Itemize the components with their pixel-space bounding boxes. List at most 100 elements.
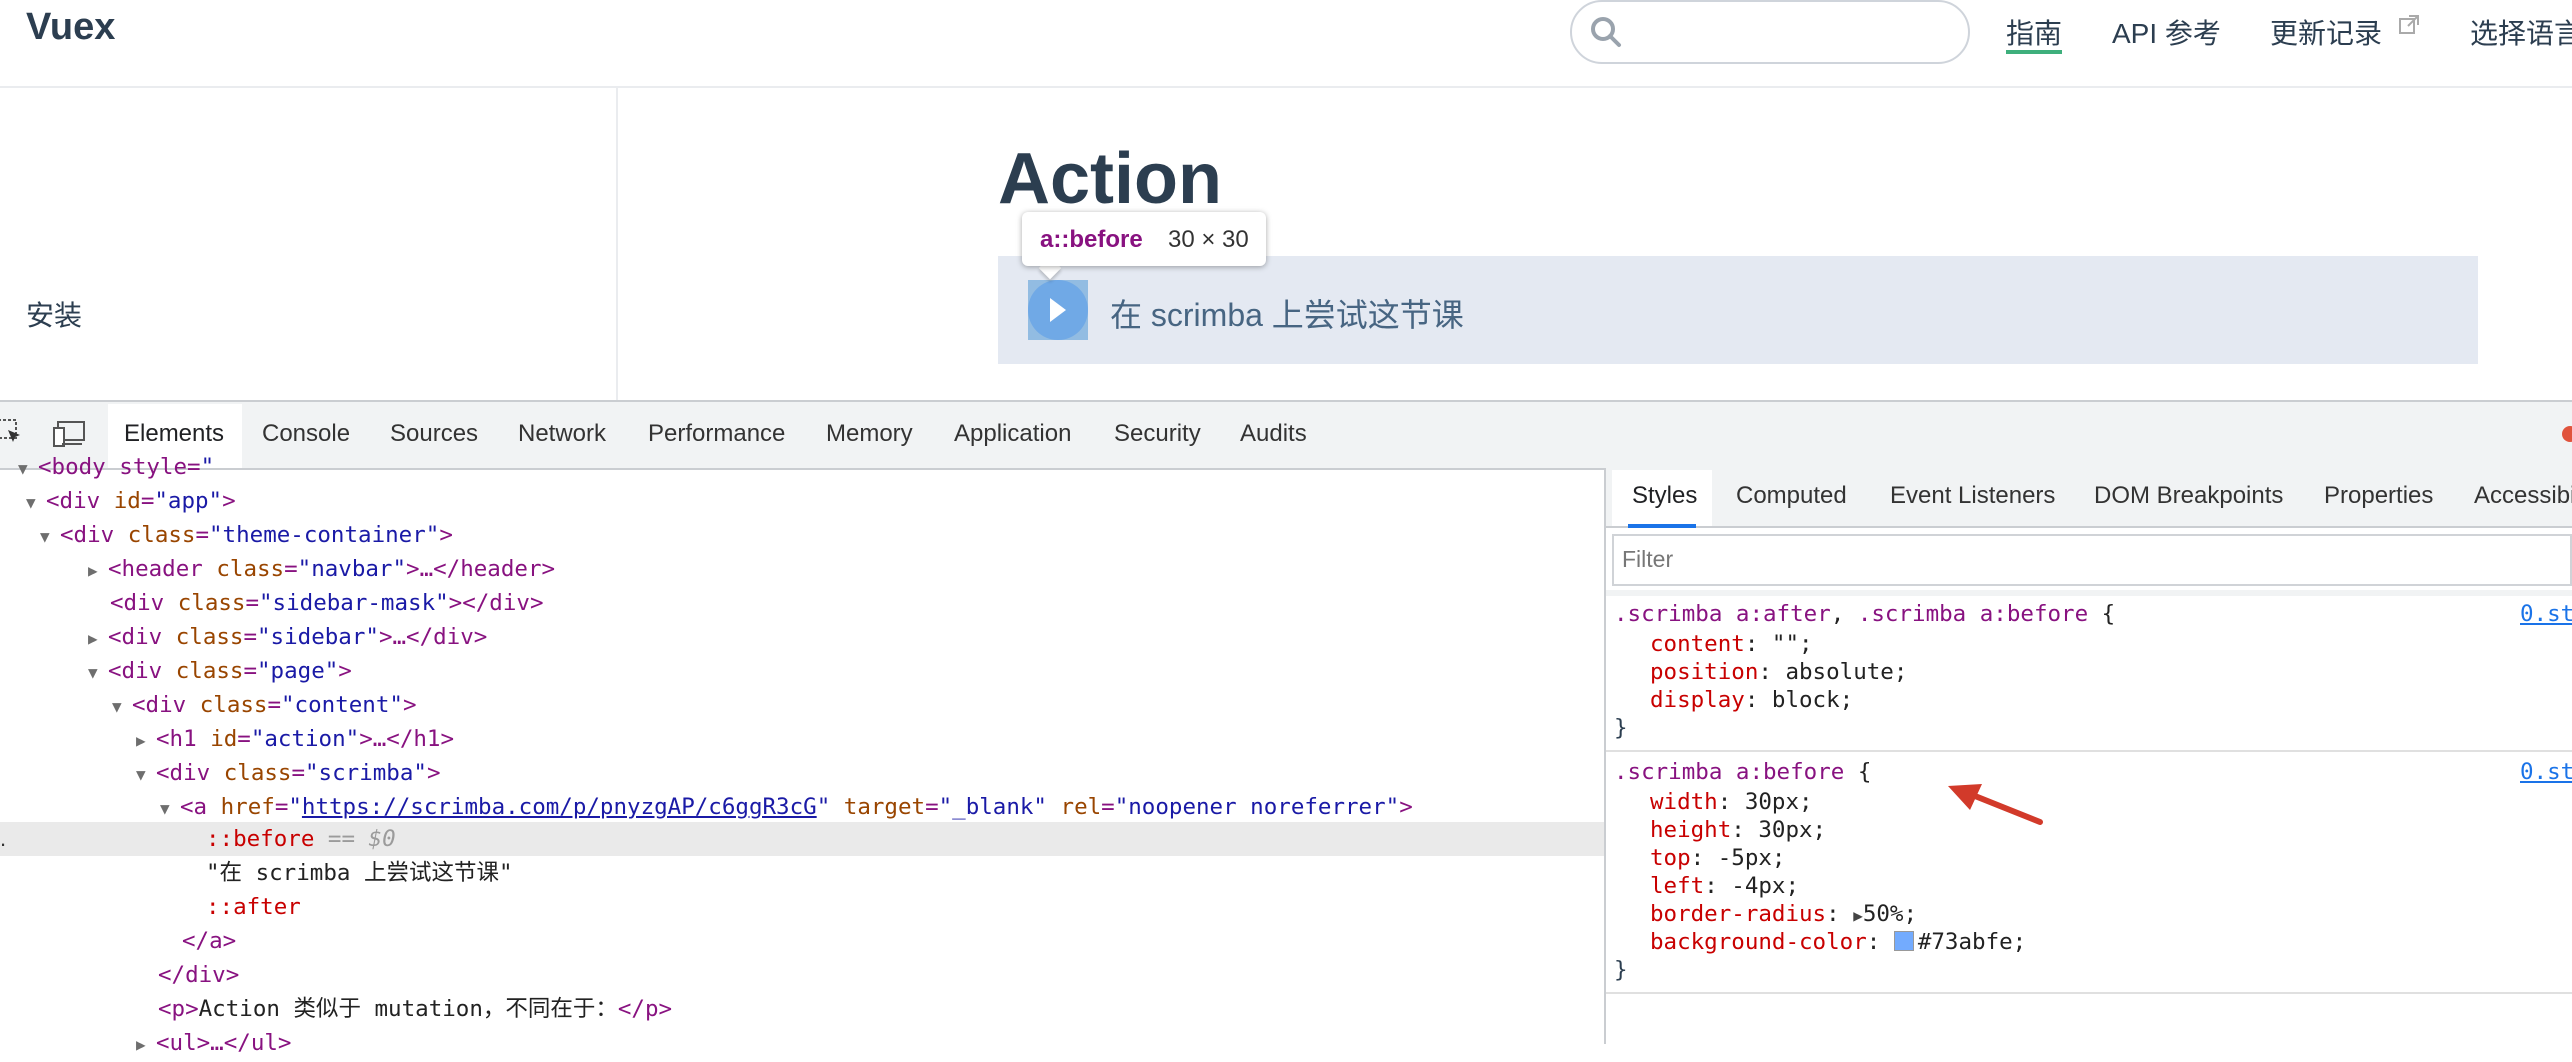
device-toolbar-icon[interactable] [52,420,88,448]
dom-node-page[interactable]: ▼ <div class="page"> [88,654,352,688]
nav-link-guide[interactable]: 指南 [2006,12,2062,52]
dom-node-body[interactable]: ▼ <body style=" [18,450,214,484]
site-logo[interactable]: Vuex [26,6,115,49]
open-brace: { [2088,601,2116,627]
css-declaration[interactable]: background-color: #73abfe; [1650,928,2026,956]
attr-value: "_blank" [938,794,1047,820]
close-brace: } [1614,715,1628,741]
dom-node-theme-container[interactable]: ▼ <div class="theme-container"> [40,518,453,552]
css-declaration[interactable]: content: ""; [1650,630,1813,658]
css-rule-selector[interactable]: .scrimba a:before { [1614,758,1871,786]
css-declaration[interactable]: top: -5px; [1650,844,1785,872]
dom-node-h1[interactable]: ▶ <h1 id="action">…</h1> [136,722,454,756]
rule-separator [1606,992,2572,994]
color-swatch[interactable] [1893,931,1914,951]
subtab-accessibility[interactable]: Accessibility [2474,482,2572,510]
subtab-dom-breakpoints[interactable]: DOM Breakpoints [2094,482,2283,510]
language-dropdown[interactable]: 选择语言 [2470,12,2572,52]
css-value[interactable]: absolute; [1785,659,1907,685]
css-declaration[interactable]: position: absolute; [1650,658,1907,686]
dom-node-ul[interactable]: ▶ <ul>…</ul> [136,1026,291,1060]
css-declaration[interactable]: width: 30px; [1650,788,1813,816]
dom-node-content[interactable]: ▼ <div class="content"> [112,688,416,722]
expand-triangle-icon[interactable]: ▼ [40,520,60,554]
subtab-computed[interactable]: Computed [1736,482,1847,510]
expand-triangle-icon[interactable]: ▼ [26,486,46,520]
attr-eq: = [243,624,258,650]
dom-node-scrimba[interactable]: ▼ <div class="scrimba"> [136,756,440,790]
styles-filter-input[interactable] [1612,534,2572,586]
css-value[interactable]: #73abfe; [1918,929,2026,955]
tab-memory[interactable]: Memory [826,420,913,448]
tag-close: >…</h1> [359,726,455,752]
css-source-link[interactable]: 0.styles [2520,600,2572,628]
css-value[interactable]: 50%; [1863,901,1917,927]
tab-application[interactable]: Application [954,420,1071,448]
dom-node-a-close[interactable]: </a> [182,924,236,958]
attr-eq: = [140,488,155,514]
href-link[interactable]: https://scrimba.com/p/pnyzgAP/c6ggR3cG [302,794,817,820]
dom-node-sidebar[interactable]: ▶ <div class="sidebar">…</div> [88,620,487,654]
dom-node-text[interactable]: "在 scrimba 上尝试这节课" [206,856,513,890]
expand-triangle-icon[interactable]: ▼ [18,452,38,486]
tag-close: > [439,522,453,548]
css-value[interactable]: 30px; [1758,817,1826,843]
attr-eq: = [267,692,282,718]
css-declaration[interactable]: left: -4px; [1650,872,1799,900]
collapse-triangle-icon[interactable]: ▶ [88,554,108,588]
tab-security[interactable]: Security [1114,420,1201,448]
subtab-properties[interactable]: Properties [2324,482,2433,510]
tag-close: </div> [158,962,240,988]
sidebar-item-install[interactable]: 安装 [26,294,82,334]
attr-name: href [220,794,275,820]
css-rule-selector[interactable]: .scrimba a:after, .scrimba a:before { [1614,600,2115,628]
dom-node-after-pseudo[interactable]: ::after [206,890,301,924]
css-colon: : [1717,789,1745,815]
collapse-triangle-icon[interactable]: ▶ [136,724,156,758]
error-indicator-icon[interactable] [2562,426,2572,442]
dom-node-div-app[interactable]: ▼ <div id="app"> [26,484,236,518]
css-declaration[interactable]: display: block; [1650,686,1853,714]
css-value[interactable]: block; [1772,687,1853,713]
nav-link-changelog[interactable]: 更新记录 [2270,12,2382,52]
expand-triangle-icon[interactable]: ▼ [112,690,132,724]
expand-triangle-icon[interactable]: ▼ [88,656,108,690]
css-declaration[interactable]: border-radius: ▶50%; [1650,900,1917,930]
css-declaration[interactable]: height: 30px; [1650,816,1826,844]
css-value[interactable]: 30px; [1745,789,1813,815]
tab-console[interactable]: Console [262,420,350,448]
inspect-element-icon[interactable] [0,416,24,446]
quote-mark: " [288,794,302,820]
tab-audits[interactable]: Audits [1240,420,1307,448]
external-link-icon [2399,15,2419,34]
expand-triangle-icon[interactable]: ▼ [160,792,180,826]
subtab-styles[interactable]: Styles [1632,482,1697,510]
dom-node-p[interactable]: <p>Action 类似于 mutation，不同在于：</p> [158,992,672,1026]
collapse-triangle-icon[interactable]: ▶ [88,622,108,656]
tab-performance[interactable]: Performance [648,420,785,448]
active-subtab-underline [1628,524,1696,528]
pseudo-after: ::after [206,894,301,920]
subtab-event-listeners[interactable]: Event Listeners [1890,482,2055,510]
dom-node-header[interactable]: ▶ <header class="navbar">…</header> [88,552,555,586]
tag-div: <div [132,692,200,718]
tab-sources[interactable]: Sources [390,420,478,448]
console-ref: == $0 [314,826,396,852]
dom-node-before-pseudo[interactable]: ::before == $0 [206,822,396,856]
nav-link-api[interactable]: API 参考 [2112,12,2221,52]
css-value[interactable]: -4px; [1731,873,1799,899]
dom-node-anchor[interactable]: ▼ <a href="https://scrimba.com/p/pnyzgAP/… [160,790,1413,824]
css-value[interactable]: ""; [1772,631,1813,657]
dom-node-sidebar-mask[interactable]: <div class="sidebar-mask"></div> [110,586,544,620]
tab-elements[interactable]: Elements [124,420,224,448]
search-input[interactable] [1570,0,1970,64]
expand-shorthand-icon[interactable]: ▶ [1853,906,1863,925]
tab-network[interactable]: Network [518,420,606,448]
collapse-triangle-icon[interactable]: ▶ [136,1028,156,1062]
css-value[interactable]: -5px; [1718,845,1786,871]
css-source-link[interactable]: 0.styles [2520,758,2572,786]
scrimba-link[interactable]: 在 scrimba 上尝试这节课 [1110,290,1464,336]
expand-triangle-icon[interactable]: ▼ [136,758,156,792]
css-prop: width [1650,789,1718,815]
dom-node-div-close[interactable]: </div> [158,958,239,992]
